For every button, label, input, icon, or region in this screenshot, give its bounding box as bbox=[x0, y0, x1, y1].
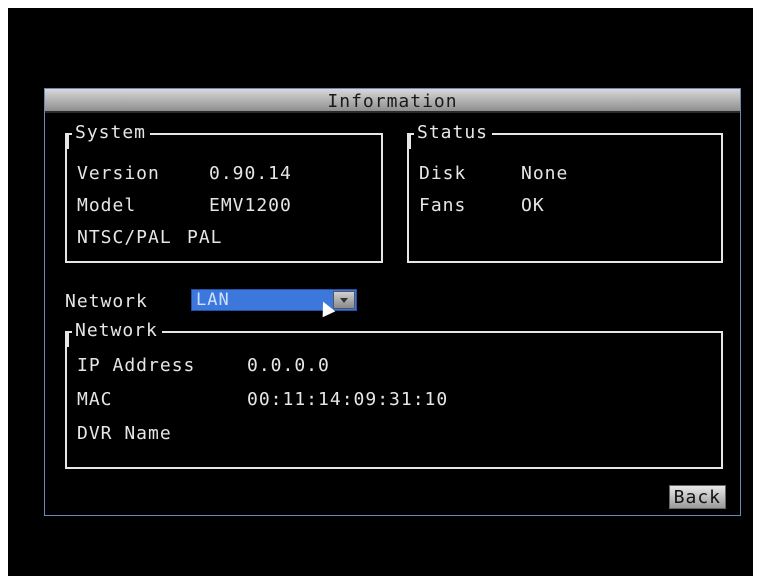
information-window: Information System Version 0.90.14 Model… bbox=[44, 88, 741, 516]
ntsc-pal-value: PAL bbox=[187, 227, 223, 248]
system-legend: System bbox=[66, 122, 151, 149]
status-group: Status Disk None Fans OK bbox=[407, 122, 723, 263]
ntsc-pal-label: NTSC/PAL bbox=[77, 227, 172, 248]
version-label: Version bbox=[77, 163, 160, 184]
chevron-down-icon[interactable] bbox=[333, 291, 355, 309]
network-legend: Network bbox=[67, 320, 162, 347]
disk-value: None bbox=[521, 163, 569, 184]
back-button[interactable]: Back bbox=[668, 485, 726, 509]
model-value: EMV1200 bbox=[209, 195, 292, 216]
network-dropdown-value: LAN bbox=[196, 290, 230, 310]
disk-label: Disk bbox=[419, 163, 467, 184]
dvr-screen: Information System Version 0.90.14 Model… bbox=[8, 8, 753, 576]
network-select-label: Network bbox=[65, 291, 148, 312]
ip-address-label: IP Address bbox=[77, 355, 196, 376]
model-label: Model bbox=[77, 195, 137, 216]
network-group: Network IP Address 0.0.0.0 MAC 00:11:14:… bbox=[65, 320, 723, 469]
fans-label: Fans bbox=[419, 195, 467, 216]
version-value: 0.90.14 bbox=[209, 163, 292, 184]
mac-label: MAC bbox=[77, 389, 113, 410]
title-bar: Information bbox=[45, 89, 740, 113]
mac-value: 00:11:14:09:31:10 bbox=[247, 389, 449, 410]
status-legend: Status bbox=[408, 122, 493, 149]
ip-address-value: 0.0.0.0 bbox=[247, 355, 330, 376]
fans-value: OK bbox=[521, 195, 545, 216]
dvr-name-label: DVR Name bbox=[77, 423, 172, 444]
window-title: Information bbox=[327, 91, 458, 112]
system-group: System Version 0.90.14 Model EMV1200 NTS… bbox=[65, 122, 383, 263]
